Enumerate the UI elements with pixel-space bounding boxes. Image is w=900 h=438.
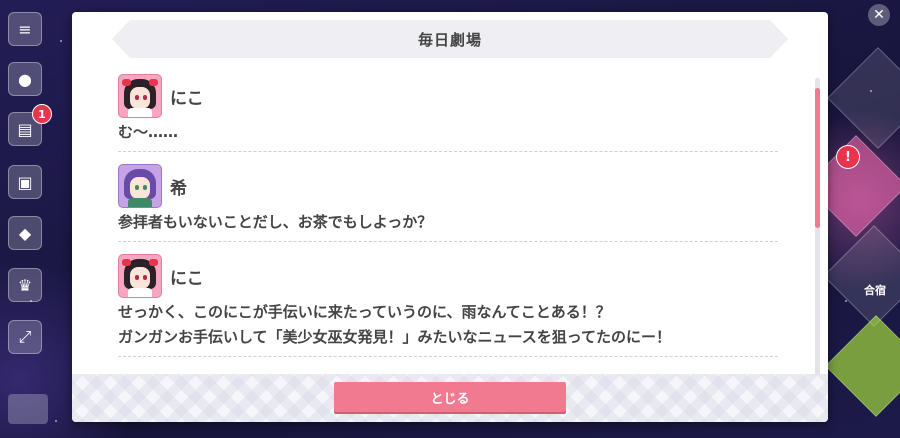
camp-label: 合宿 xyxy=(864,284,886,297)
dialogue-list[interactable]: にこ む～…… 希 参拝者もいないことだし、お茶でもしよっか？ にこ せっかく、… xyxy=(118,70,778,380)
diamond-icon[interactable]: ◆ xyxy=(8,216,42,250)
speaker-row: にこ xyxy=(118,72,778,120)
speaker-name: にこ xyxy=(170,268,204,289)
dialogue-entry: にこ せっかく、このにこが手伝いに来たっていうのに、雨なんてことある！？ ガンガ… xyxy=(118,252,778,357)
trophy-icon[interactable]: ♛ xyxy=(8,268,42,302)
right-notification-badge: ! xyxy=(836,145,860,169)
dialogue-entry: にこ む～…… xyxy=(118,72,778,152)
niko-avatar xyxy=(118,74,162,118)
speaker-row: にこ xyxy=(118,252,778,300)
close-icon[interactable]: ✕ xyxy=(868,4,890,26)
speaker-name: 希 xyxy=(170,178,187,199)
speaker-row: 希 xyxy=(118,162,778,210)
speaker-name: にこ xyxy=(170,88,204,109)
daily-theater-dialog: 毎日劇場 にこ む～…… 希 参拝者もいないことだし、お茶でもしよっか？ にこ … xyxy=(72,12,828,422)
dialog-title: 毎日劇場 xyxy=(417,30,482,49)
dialogue-entry: 希 参拝者もいないことだし、お茶でもしよっか？ xyxy=(118,162,778,242)
scrollbar-thumb[interactable] xyxy=(815,88,820,228)
menu-icon[interactable]: ≡ xyxy=(8,12,42,46)
scrollbar[interactable] xyxy=(815,78,820,388)
dialogue-text: 参拝者もいないことだし、お茶でもしよっか？ xyxy=(118,213,433,231)
dialogue-text: む～…… xyxy=(118,123,179,141)
chat-icon[interactable]: ● xyxy=(8,62,42,96)
dialogue-text: せっかく、このにこが手伝いに来たっていうのに、雨なんてことある！？ ガンガンお手… xyxy=(118,303,672,346)
stamp-icon[interactable] xyxy=(8,394,48,424)
gift-icon[interactable]: ▣ xyxy=(8,165,42,199)
niko-avatar xyxy=(118,254,162,298)
event-notification-badge: 1 xyxy=(32,104,52,124)
close-button[interactable]: とじる xyxy=(334,382,566,412)
nozomi-avatar xyxy=(118,164,162,208)
dialog-header: 毎日劇場 xyxy=(112,20,788,58)
fullscreen-icon[interactable]: ⤢ xyxy=(8,320,42,354)
